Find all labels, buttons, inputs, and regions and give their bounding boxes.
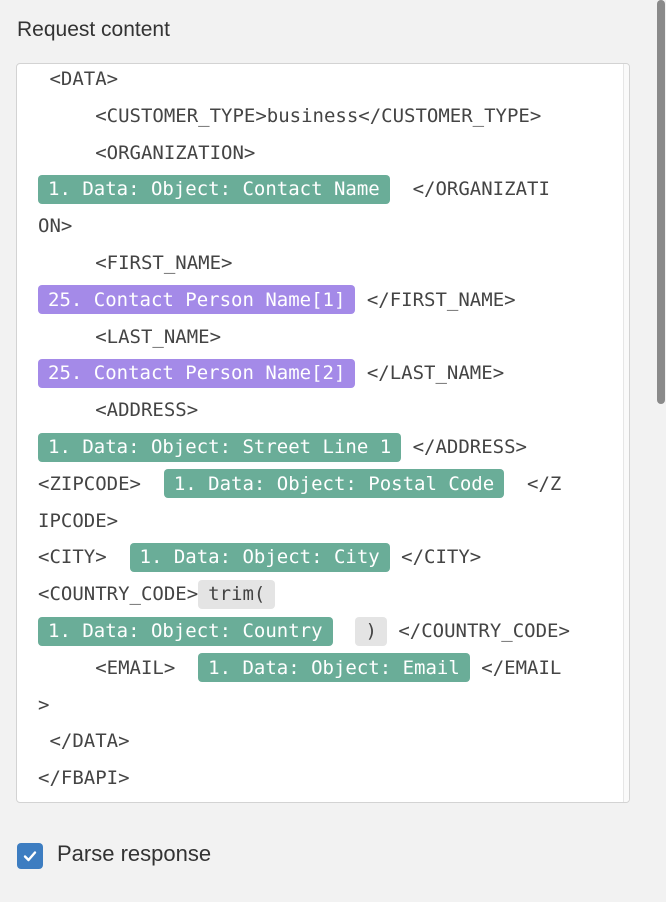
code-text: > [38, 693, 50, 716]
code-text: </Z [504, 472, 562, 495]
code-text: <FIRST_NAME> [38, 252, 233, 274]
code-text: </ORGANIZATI [389, 178, 550, 201]
code-text: IPCODE> [38, 509, 119, 532]
request-content-label: Request content [17, 18, 170, 41]
code-text: </EMAIL [469, 656, 562, 679]
mapped-field-token[interactable]: 1. Data: Object: Contact Name [38, 174, 390, 204]
editor-scrollbar-thumb[interactable] [629, 172, 630, 798]
code-text: <COUNTRY_CODE> [38, 583, 199, 606]
code-line: 25. Contact Person Name[1] </FIRST_NAME> [38, 282, 516, 318]
parse-response-label[interactable]: Parse response [57, 841, 211, 867]
code-text: <ZIPCODE> [38, 472, 164, 495]
mapped-field-token[interactable]: 1. Data: Object: City [129, 542, 390, 572]
code-line: IPCODE> [38, 503, 118, 539]
code-text: <ADDRESS> [38, 399, 199, 422]
code-text: <CITY> [38, 546, 130, 569]
code-line: <EMAIL> 1. Data: Object: Email </EMAIL [38, 650, 561, 686]
function-token[interactable]: ) [355, 616, 387, 646]
page-scrollbar-thumb[interactable] [657, 0, 665, 404]
code-line: </DATA> [38, 723, 130, 759]
code-text: </ADDRESS> [401, 436, 528, 458]
parse-response-checkbox[interactable] [17, 843, 43, 869]
mapped-field-token[interactable]: 1. Data: Object: Street Line 1 [38, 432, 402, 462]
code-text: ON> [38, 215, 73, 238]
code-text: <EMAIL> [38, 656, 199, 679]
code-line: <CUSTOMER_TYPE>business</CUSTOMER_TYPE> [38, 98, 541, 134]
code-line: </FBAPI> [38, 760, 130, 796]
mapped-field-token[interactable]: 1. Data: Object: Postal Code [163, 469, 505, 499]
code-line: <CITY> 1. Data: Object: City </CITY> [38, 539, 481, 575]
code-line: <LAST_NAME> [38, 319, 221, 355]
mapped-field-token[interactable]: 1. Data: Object: Email [198, 653, 470, 683]
code-line: > [38, 687, 49, 723]
code-line: <ORGANIZATION> [38, 135, 255, 171]
code-text: </COUNTRY_CODE> [386, 620, 570, 642]
function-token[interactable]: trim( [198, 579, 276, 609]
code-line: 25. Contact Person Name[2] </LAST_NAME> [38, 355, 504, 391]
code-text: <LAST_NAME> [38, 325, 222, 348]
code-text: <DATA> [38, 68, 119, 90]
code-line: ON> [38, 208, 72, 244]
code-text: <ORGANIZATION> [38, 141, 256, 164]
mapped-field-token[interactable]: 1. Data: Object: Country [38, 616, 333, 646]
checkmark-icon [23, 851, 37, 862]
code-line: 1. Data: Object: Contact Name </ORGANIZA… [38, 171, 550, 207]
code-text: </FBAPI> [38, 767, 130, 790]
mapped-field-token[interactable]: 25. Contact Person Name[1] [38, 285, 356, 315]
code-text: </LAST_NAME> [355, 362, 505, 385]
request-content-editor[interactable]: <DATA> <CUSTOMER_TYPE>business</CUSTOMER… [16, 63, 630, 803]
code-line: 1. Data: Object: Country ) </COUNTRY_COD… [38, 613, 570, 649]
code-line: <ZIPCODE> 1. Data: Object: Postal Code <… [38, 466, 561, 502]
code-line: <DATA> [38, 64, 119, 97]
code-text: </FIRST_NAME> [355, 288, 516, 311]
code-line: 1. Data: Object: Street Line 1 </ADDRESS… [38, 429, 527, 465]
code-line: <COUNTRY_CODE> trim( [38, 576, 276, 612]
code-text: <CUSTOMER_TYPE>business</CUSTOMER_TYPE> [38, 104, 542, 127]
code-line: <ADDRESS> [38, 392, 198, 428]
mapped-field-token[interactable]: 25. Contact Person Name[2] [38, 358, 356, 388]
code-text: </DATA> [38, 730, 130, 753]
code-text: </CITY> [389, 546, 482, 569]
code-line: <FIRST_NAME> [38, 245, 232, 281]
